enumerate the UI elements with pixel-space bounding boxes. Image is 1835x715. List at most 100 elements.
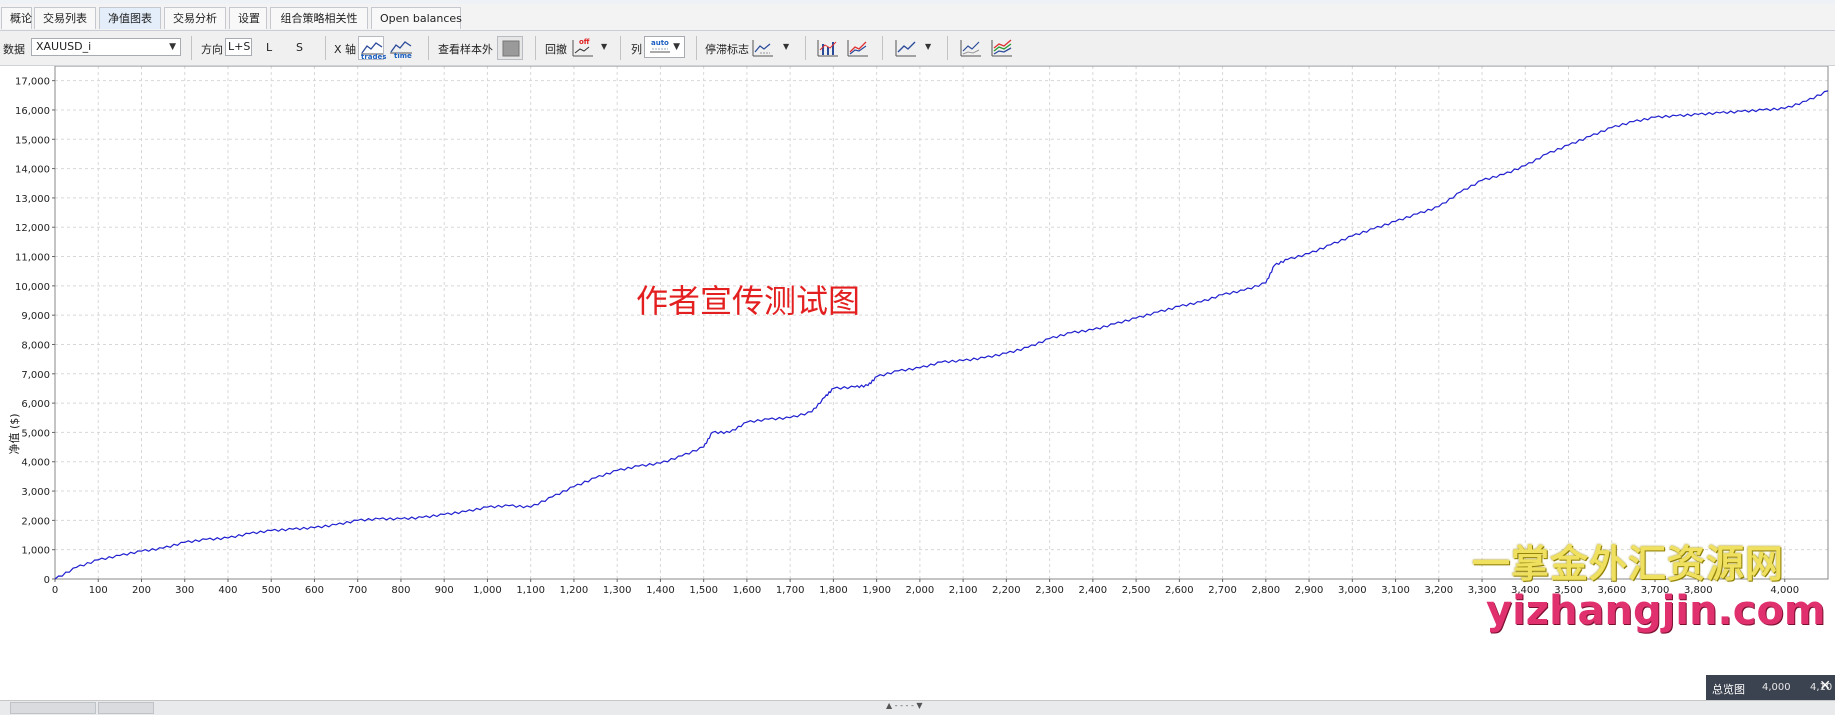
x-tick-label: 3,000 [1338,585,1367,596]
data-symbol-select[interactable]: XAUUSD_i ▼ [31,38,181,56]
chevron-down-icon: ▼ [169,42,176,52]
y-tick-label: 11,000 [15,253,50,264]
bottom-tab[interactable] [98,702,154,714]
bottom-tab[interactable] [10,702,96,714]
x-tick-label: 500 [262,585,281,596]
equity-series-line [54,90,1829,580]
data-label: 数据 [3,43,25,56]
stagnation-label: 停滞标志 [705,43,749,56]
x-tick-label: 1,600 [733,585,762,596]
tab-equity-chart[interactable]: 净值图表 [99,7,161,29]
x-tick-label: 1,900 [862,585,891,596]
xaxis-trades-button[interactable]: trades [358,36,386,61]
equity-bars-button[interactable] [815,36,841,60]
tab-overview[interactable]: 概论 [1,7,32,29]
direction-label: 方向 [201,43,223,56]
column-label: 列 [631,43,642,56]
x-tick-label: 1,700 [776,585,805,596]
x-tick-label: 2,400 [1079,585,1108,596]
y-axis-title-wrap: 净值 ($) [2,406,26,466]
y-tick-label: 17,000 [15,77,50,88]
chevron-down-icon[interactable]: ▼ [601,42,607,51]
chevron-down-icon[interactable]: ▼ [783,42,789,51]
x-tick-label: 3,100 [1381,585,1410,596]
x-tick-label: 0 [52,585,58,596]
toolbar-divider [535,36,536,60]
tab-settings[interactable]: 设置 [229,7,267,29]
x-tick-label: 1,500 [689,585,718,596]
toolbar-divider [696,36,697,60]
close-icon[interactable]: ✕ [1819,678,1831,694]
overview-label: 总览图 [1712,683,1745,696]
tab-trade-list[interactable]: 交易列表 [34,7,96,29]
direction-short-button[interactable]: S [296,41,303,54]
resize-grip-icon[interactable]: ▲ - - - - ▼ [886,701,923,710]
chevron-down-icon[interactable]: ▼ [925,42,931,51]
x-tick-label: 2,300 [1035,585,1064,596]
y-tick-label: 3,000 [21,487,50,498]
toolbar-divider [805,36,806,60]
multi-series-button[interactable] [989,36,1015,60]
x-tick-label: 1,000 [473,585,502,596]
toolbar-divider [882,36,883,60]
watermark-line-2: yizhangjin.com [1486,588,1826,634]
direction-long-button[interactable]: L [266,41,272,54]
toolbar-divider [947,36,948,60]
watermark-line-1: 一掌金外汇资源网 [1472,542,1785,586]
y-tick-label: 13,000 [15,194,50,205]
data-symbol-value: XAUUSD_i [36,40,92,53]
oos-label: 查看样本外 [438,43,493,56]
x-tick-label: 300 [175,585,194,596]
overview-tick: 4,000 [1762,682,1791,693]
x-tick-label: 2,100 [949,585,978,596]
tab-trade-analysis[interactable]: 交易分析 [164,7,226,29]
y-tick-label: 14,000 [15,165,50,176]
drawdown-state-text: off [579,38,590,46]
compare-icon [960,40,981,57]
monthly-bars-button[interactable] [845,36,871,60]
compare-button[interactable] [958,36,984,60]
x-tick-label: 400 [218,585,237,596]
equity-chart-area: 0 1,000 2,000 3,000 4,000 5,000 6,000 7,000 8,00… [0,65,1835,700]
promo-text: 作者宣传测试图 [636,282,861,320]
y-tick-label: 15,000 [15,135,50,146]
tab-portfolio-correlation[interactable]: 组合策略相关性 [270,7,368,29]
x-tick-label: 200 [132,585,151,596]
tab-open-balances[interactable]: Open balances [371,7,462,29]
toolbar-divider [620,36,621,60]
x-tick-label: 600 [305,585,324,596]
trend-button[interactable] [893,36,919,60]
bottom-status-bar: ▲ - - - - ▼ [0,700,1835,715]
x-tick-label: 1,300 [603,585,632,596]
trend-icon [895,40,916,57]
stagnation-button[interactable] [750,36,776,60]
xaxis-time-button[interactable]: time [388,36,414,60]
direction-both-button[interactable]: L+S [225,38,252,56]
overview-panel[interactable]: 总览图 4,000 4,10 ✕ [1706,675,1835,700]
x-tick-label: 2,600 [1165,585,1194,596]
x-tick-label: 2,000 [906,585,935,596]
chart-toolbar: 数据 XAUUSD_i ▼ 方向 L+S L S X 轴 trades time… [0,31,1835,66]
y-axis-title: 净值 ($) [8,413,21,455]
plot-frame [54,65,1829,580]
column-chart-icon [650,48,670,53]
column-select[interactable]: auto ▼ [644,36,685,58]
oos-toggle-button[interactable] [497,36,523,60]
x-tick-label: 700 [348,585,367,596]
x-tick-label: 1,200 [560,585,589,596]
y-tick-label: 2,000 [21,516,50,527]
x-tick-label: 1,100 [516,585,545,596]
y-tick-label: 0 [44,575,50,586]
x-tick-label: 900 [435,585,454,596]
drawdown-button[interactable]: off [570,36,596,60]
xaxis-label: X 轴 [334,43,357,56]
x-tick-label: 100 [89,585,108,596]
monthly-bars-icon [847,40,868,57]
chevron-down-icon: ▼ [673,42,680,52]
equity-icon [817,40,838,57]
x-tick-label: 800 [391,585,410,596]
x-tick-label: 1,400 [646,585,675,596]
x-tick-label: 2,900 [1295,585,1324,596]
toolbar-divider [191,36,192,60]
x-tick-label: 2,800 [1252,585,1281,596]
